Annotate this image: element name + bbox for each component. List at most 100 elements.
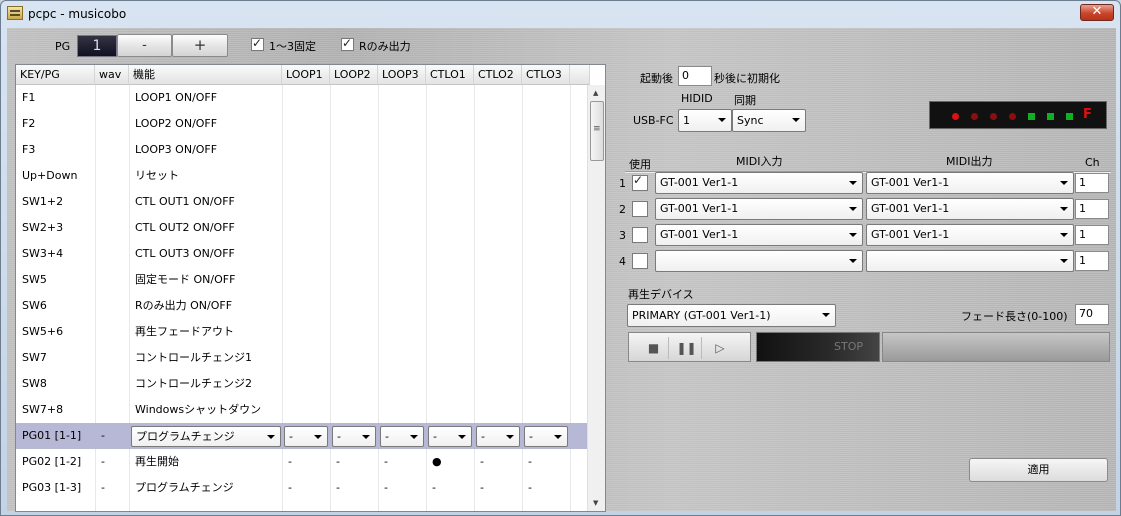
midi-out-select[interactable]: GT-001 Ver1-1 xyxy=(866,172,1074,194)
pause-icon[interactable]: ❚❚ xyxy=(672,337,702,359)
value-select[interactable]: - xyxy=(380,426,424,447)
midi-in-select[interactable]: GT-001 Ver1-1 xyxy=(655,198,863,220)
midi-channel-input[interactable]: 1 xyxy=(1075,225,1109,245)
ch-header: Ch xyxy=(1085,156,1100,169)
row-value: - xyxy=(336,481,340,494)
midi-channel-input[interactable]: 1 xyxy=(1075,199,1109,219)
fixed13-checkbox[interactable] xyxy=(251,36,264,51)
scroll-up-icon[interactable]: ▲ xyxy=(593,89,598,97)
col-header-function[interactable]: 機能 xyxy=(129,65,282,85)
row-function: CTL OUT3 ON/OFF xyxy=(135,247,235,260)
midi-row-number: 1 xyxy=(619,177,626,190)
stop-icon[interactable]: ■ xyxy=(639,337,669,359)
col-header-ctlo3[interactable]: CTLO3 xyxy=(522,65,570,85)
app-window: pcpc - musicobo ✕ PG 1 - + 1～3固定 Rのみ出力 K… xyxy=(0,0,1121,516)
row-key: F2 xyxy=(22,117,36,130)
row-function: Windowsシャットダウン xyxy=(135,403,262,416)
midi-in-select[interactable] xyxy=(655,250,863,272)
midi-use-checkbox[interactable] xyxy=(632,227,648,243)
play-icon[interactable]: ▷ xyxy=(705,337,735,359)
transport-controls: ■ ❚❚ ▷ xyxy=(628,332,751,362)
col-header-ctlo2[interactable]: CTLO2 xyxy=(474,65,522,85)
value-select[interactable]: - xyxy=(476,426,520,447)
title-bar[interactable]: pcpc - musicobo ✕ xyxy=(1,1,1120,27)
pg-plus-button[interactable]: + xyxy=(172,34,228,57)
table-row[interactable]: F3 LOOP3 ON/OFF xyxy=(16,137,587,163)
value-select[interactable]: - xyxy=(284,426,328,447)
midi-use-checkbox[interactable] xyxy=(632,173,648,191)
startup-seconds-input[interactable]: 0 xyxy=(678,66,712,86)
table-row[interactable]: F1 LOOP1 ON/OFF xyxy=(16,85,587,111)
row-value: - xyxy=(384,481,388,494)
row-value: - xyxy=(336,455,340,468)
row-key: SW7 xyxy=(22,351,47,364)
table-row[interactable]: SW7+8 Windowsシャットダウン xyxy=(16,397,587,423)
table-row[interactable]: SW5 固定モード ON/OFF xyxy=(16,267,587,293)
col-header-wav[interactable]: wav xyxy=(95,65,129,85)
midi-in-select[interactable]: GT-001 Ver1-1 xyxy=(655,172,863,194)
table-row[interactable]: Up+Down リセット xyxy=(16,163,587,189)
startup-after-label: 秒後に初期化 xyxy=(714,72,780,85)
table-row[interactable]: PG01 [1-1] - プログラムチェンジ - - - - - - xyxy=(16,423,587,449)
pg-minus-button[interactable]: - xyxy=(117,34,172,57)
row-key: PG02 [1-2] xyxy=(22,455,82,468)
col-header-ctlo1[interactable]: CTLO1 xyxy=(426,65,474,85)
midi-out-select[interactable]: GT-001 Ver1-1 xyxy=(866,198,1074,220)
table-row[interactable]: SW1+2 CTL OUT1 ON/OFF xyxy=(16,189,587,215)
fade-length-input[interactable]: 70 xyxy=(1075,304,1109,325)
hidid-label: HIDID xyxy=(681,92,713,105)
value-select[interactable]: - xyxy=(428,426,472,447)
row-wav xyxy=(101,293,127,319)
close-button[interactable]: ✕ xyxy=(1080,4,1114,21)
apply-button[interactable]: 適用 xyxy=(969,458,1108,482)
playback-status: STOP xyxy=(756,332,880,362)
hidid-select[interactable]: 1 xyxy=(678,109,732,132)
row-function: CTL OUT2 ON/OFF xyxy=(135,221,235,234)
row-value: - xyxy=(480,481,484,494)
table-row[interactable]: SW5+6 再生フェードアウト xyxy=(16,319,587,345)
table-row[interactable]: SW8 コントロールチェンジ2 xyxy=(16,371,587,397)
r-only-checkbox[interactable] xyxy=(341,36,354,51)
table-row[interactable]: SW2+3 CTL OUT2 ON/OFF xyxy=(16,215,587,241)
playback-device-select[interactable]: PRIMARY (GT-001 Ver1-1) xyxy=(627,304,836,327)
table-row[interactable]: PG02 [1-2] - 再生開始 - - - ● - - xyxy=(16,449,587,475)
row-value: - xyxy=(528,481,532,494)
table-row[interactable]: SW6 Rのみ出力 ON/OFF xyxy=(16,293,587,319)
row-function: コントロールチェンジ2 xyxy=(135,377,252,390)
table-row[interactable]: F2 LOOP2 ON/OFF xyxy=(16,111,587,137)
table-row[interactable]: SW3+4 CTL OUT3 ON/OFF xyxy=(16,241,587,267)
midi-row-number: 4 xyxy=(619,255,626,268)
col-header-loop2[interactable]: LOOP2 xyxy=(330,65,378,85)
playback-progress-bar xyxy=(882,332,1110,362)
function-select[interactable]: プログラムチェンジ xyxy=(131,426,281,447)
row-value: - xyxy=(288,481,292,494)
led-green-1 xyxy=(1028,113,1035,120)
midi-out-select[interactable]: GT-001 Ver1-1 xyxy=(866,224,1074,246)
pg-number-display: 1 xyxy=(77,35,117,57)
col-header-loop3[interactable]: LOOP3 xyxy=(378,65,426,85)
value-select[interactable]: - xyxy=(332,426,376,447)
midi-in-select[interactable]: GT-001 Ver1-1 xyxy=(655,224,863,246)
col-header-key[interactable]: KEY/PG xyxy=(16,65,95,85)
grid-vertical-scrollbar[interactable]: ▲ ▼ xyxy=(587,85,605,511)
led-green-3 xyxy=(1066,113,1073,120)
sync-select[interactable]: Sync xyxy=(732,109,806,132)
col-header-loop1[interactable]: LOOP1 xyxy=(282,65,330,85)
table-row[interactable]: SW7 コントロールチェンジ1 xyxy=(16,345,587,371)
midi-use-checkbox[interactable] xyxy=(632,253,648,269)
row-value: - xyxy=(288,455,292,468)
row-key: Up+Down xyxy=(22,169,78,182)
row-function: CTL OUT1 ON/OFF xyxy=(135,195,235,208)
midi-channel-input[interactable]: 1 xyxy=(1075,173,1109,193)
midi-use-checkbox[interactable] xyxy=(632,201,648,217)
scroll-down-icon[interactable]: ▼ xyxy=(593,499,598,507)
led-indicator-panel: F xyxy=(929,101,1107,129)
scrollbar-thumb[interactable] xyxy=(590,101,604,161)
row-wav xyxy=(101,163,127,189)
row-function: LOOP2 ON/OFF xyxy=(135,117,218,130)
table-row[interactable]: PG03 [1-3] - プログラムチェンジ - - - - - - xyxy=(16,475,587,501)
midi-out-select[interactable] xyxy=(866,250,1074,272)
midi-channel-input[interactable]: 1 xyxy=(1075,251,1109,271)
row-function: LOOP1 ON/OFF xyxy=(135,91,218,104)
value-select[interactable]: - xyxy=(524,426,568,447)
